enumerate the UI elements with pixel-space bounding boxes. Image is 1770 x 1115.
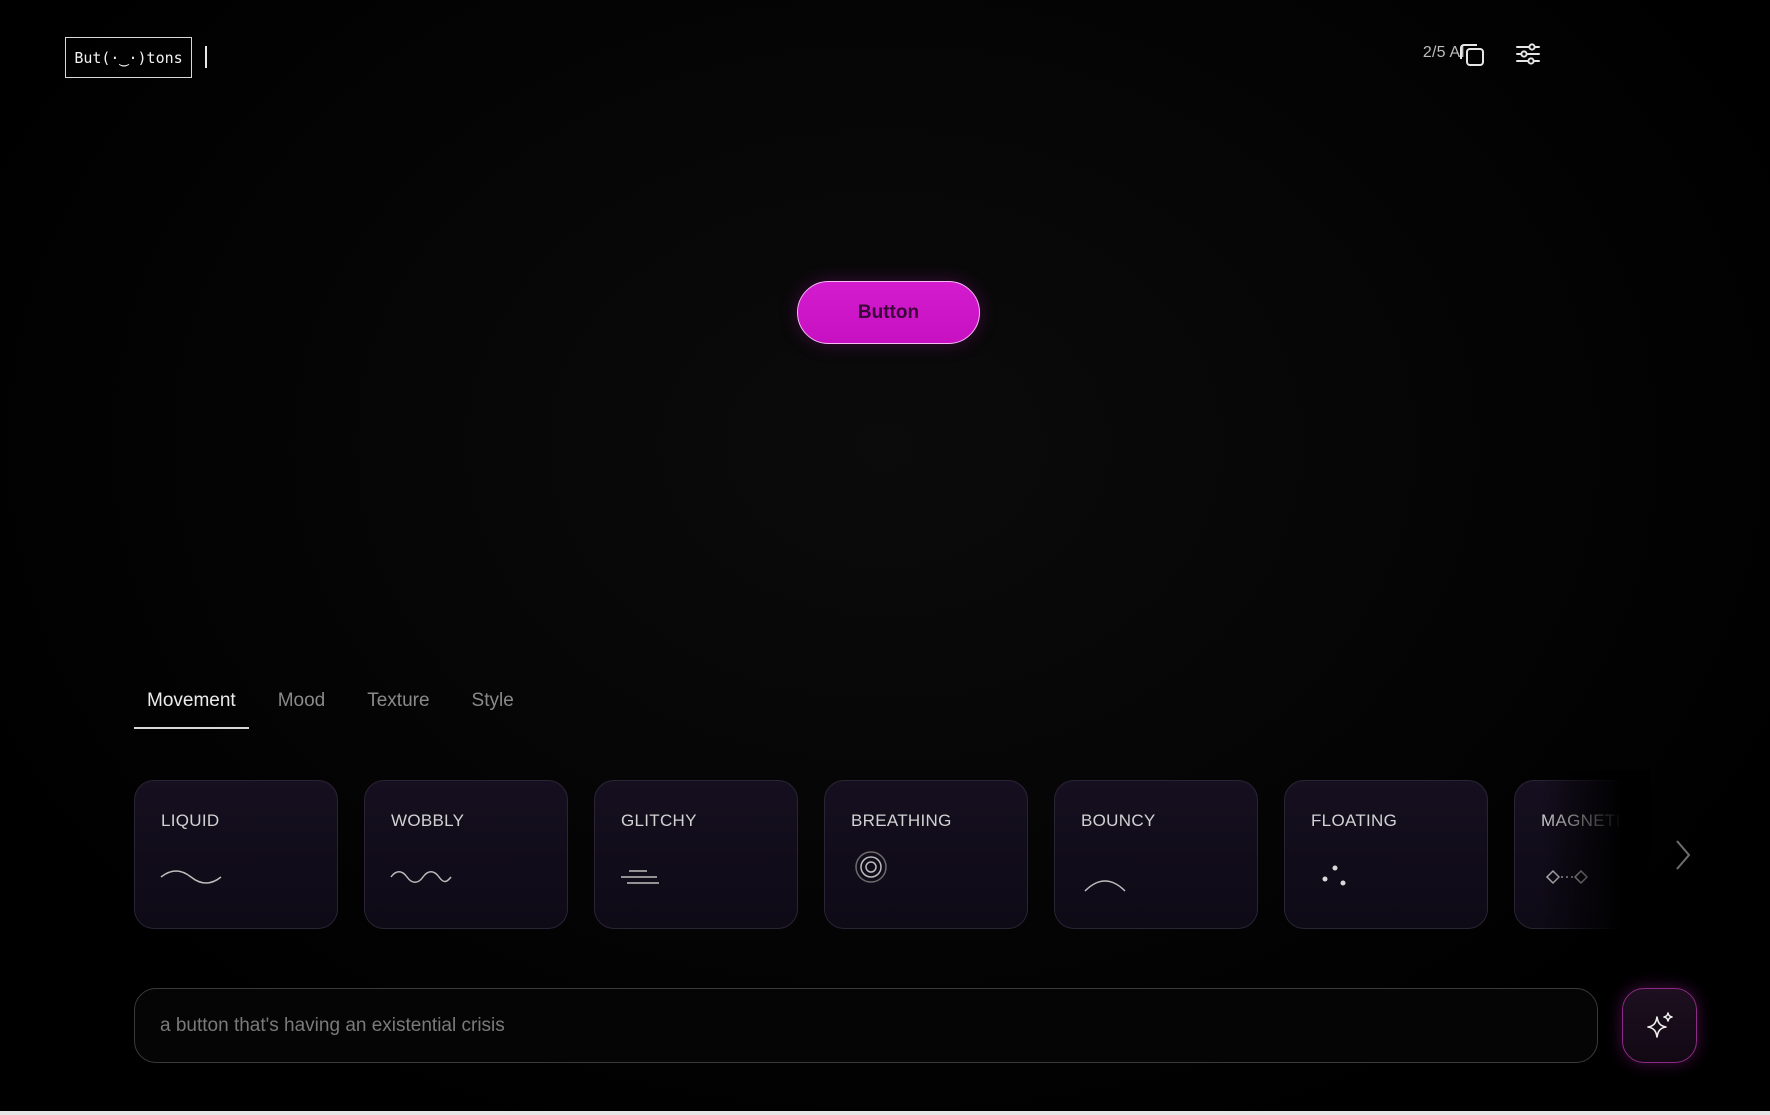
concentric-circles-icon <box>855 851 887 883</box>
card-label: MAGNETIC <box>1541 811 1634 830</box>
tab-texture[interactable]: Texture <box>354 680 442 729</box>
glitch-lines-icon <box>621 870 659 884</box>
card-liquid[interactable]: LIQUID <box>134 780 338 929</box>
prompt-input[interactable] <box>135 989 1597 1062</box>
sparkle-icon <box>1646 1011 1673 1038</box>
linked-diamonds-icon <box>1545 869 1589 885</box>
generate-button[interactable] <box>1622 988 1697 1063</box>
effect-cards-carousel: LIQUID WOBBLY GLITCHY BREATHING BOUNCY F… <box>134 780 1634 930</box>
card-label: GLITCHY <box>621 811 697 830</box>
tab-movement[interactable]: Movement <box>134 680 249 729</box>
card-breathing[interactable]: BREATHING <box>824 780 1028 929</box>
logo: But(·‿·)tons <box>65 37 192 78</box>
copy-icon <box>1460 44 1484 66</box>
text-cursor <box>205 46 207 68</box>
card-label: BREATHING <box>851 811 952 830</box>
tab-mood[interactable]: Mood <box>265 680 339 729</box>
chevron-right-icon <box>1676 840 1691 870</box>
logo-text: But(·‿·)tons <box>74 48 183 67</box>
card-label: FLOATING <box>1311 811 1398 830</box>
arc-icon <box>1084 880 1126 892</box>
card-floating[interactable]: FLOATING <box>1284 780 1488 929</box>
card-bouncy[interactable]: BOUNCY <box>1054 780 1258 929</box>
preview-button[interactable]: Button <box>797 281 980 344</box>
wave-icon <box>160 870 222 884</box>
copy-button[interactable] <box>1454 36 1490 72</box>
category-tabs: Movement Mood Texture Style <box>134 680 543 729</box>
app-root: But(·‿·)tons 2/5 AI Button Movement Mood… <box>0 0 1770 1115</box>
card-label: BOUNCY <box>1081 811 1156 830</box>
card-glitchy[interactable]: GLITCHY <box>594 780 798 929</box>
dots-icon <box>1322 865 1346 886</box>
card-label: LIQUID <box>161 811 220 830</box>
wobble-icon <box>390 871 452 883</box>
carousel-next-button[interactable] <box>1668 835 1698 875</box>
prompt-field-container <box>134 988 1598 1063</box>
sliders-icon <box>1516 43 1540 65</box>
settings-button[interactable] <box>1510 36 1546 72</box>
card-wobbly[interactable]: WOBBLY <box>364 780 568 929</box>
card-label: WOBBLY <box>391 811 465 830</box>
card-magnetic[interactable]: MAGNETIC <box>1514 780 1634 929</box>
tab-style[interactable]: Style <box>459 680 527 729</box>
